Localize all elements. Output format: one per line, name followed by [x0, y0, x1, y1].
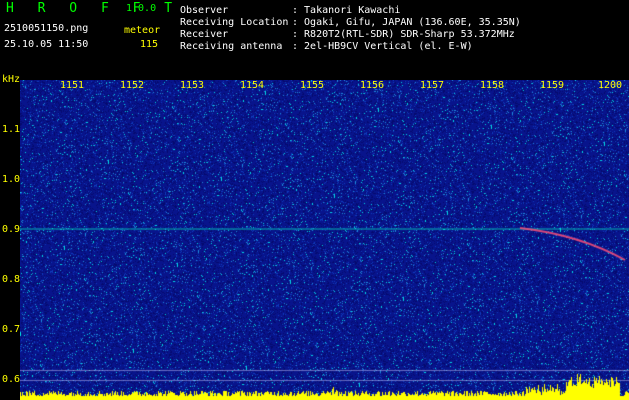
date-time: 25.10.05 11:50: [4, 39, 89, 50]
info-value-observer: : Takanori Kawachi: [292, 5, 401, 16]
x-tick-1159: 1159: [540, 80, 565, 91]
file-name: 2510051150.png: [4, 23, 89, 34]
y-axis-unit: kHz: [2, 74, 21, 85]
info-value-receiver: : R820T2(RTL-SDR) SDR-Sharp 53.372MHz: [292, 29, 515, 40]
app-version: 1.0.0: [126, 3, 157, 14]
info-label-observer: Observer: [180, 5, 229, 16]
x-tick-1152: 1152: [120, 80, 145, 91]
y-tick-0-8: 0.8: [2, 274, 21, 285]
spectrogram-canvas: [20, 80, 629, 400]
y-tick-0-9: 0.9: [2, 224, 21, 235]
y-tick-1-1: 1.1: [2, 124, 21, 135]
x-tick-1157: 1157: [420, 80, 445, 91]
meteor-count: 115: [140, 39, 159, 50]
x-tick-1151: 1151: [60, 80, 85, 91]
x-tick-1200: 1200: [598, 80, 623, 91]
y-tick-0-6: 0.6: [2, 374, 21, 385]
info-value-antenna: : 2el-HB9CV Vertical (el. E-W): [292, 41, 473, 52]
info-label-antenna: Receiving antenna: [180, 41, 283, 52]
x-tick-1154: 1154: [240, 80, 265, 91]
y-tick-0-7: 0.7: [2, 324, 21, 335]
y-tick-1-0: 1.0: [2, 174, 21, 185]
x-tick-1153: 1153: [180, 80, 205, 91]
info-value-location: : Ogaki, Gifu, JAPAN (136.60E, 35.35N): [292, 17, 521, 28]
info-label-location: Receiving Location: [180, 17, 289, 28]
spectrogram: [20, 80, 629, 400]
x-tick-1156: 1156: [360, 80, 385, 91]
x-tick-1155: 1155: [300, 80, 325, 91]
x-tick-1158: 1158: [480, 80, 505, 91]
meteor-label: meteor: [124, 25, 161, 36]
info-label-receiver: Receiver: [180, 29, 229, 40]
